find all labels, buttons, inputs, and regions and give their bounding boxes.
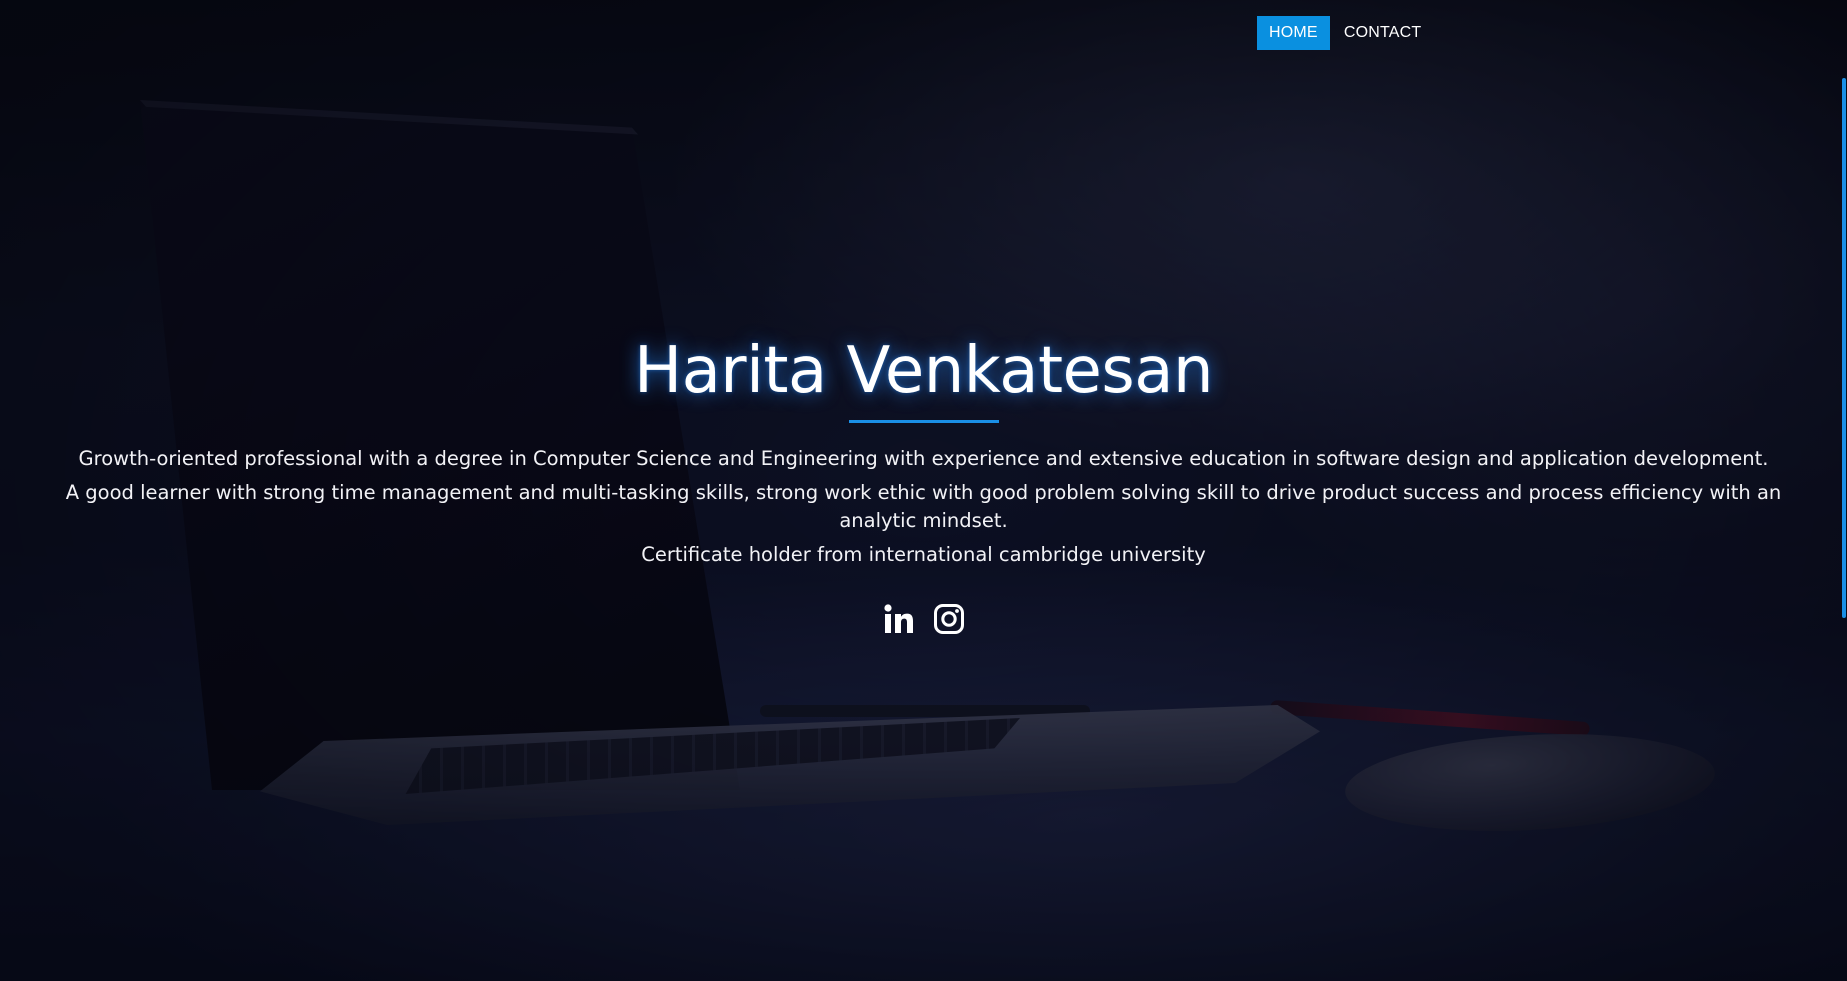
page-title: Harita Venkatesan (633, 334, 1214, 408)
linkedin-icon (883, 604, 913, 633)
top-nav: HOME CONTACT (1257, 16, 1433, 50)
scrollbar-thumb[interactable] (1842, 78, 1846, 618)
social-links (0, 603, 1847, 635)
bio-paragraph-2: A good learner with strong time manageme… (65, 481, 1782, 532)
page-scrollbar[interactable] (1841, 0, 1847, 981)
bio-paragraph-1: Growth-oriented professional with a degr… (78, 447, 1769, 470)
instagram-link[interactable] (933, 603, 965, 635)
title-underline (848, 420, 999, 423)
bio-paragraph-3: Certificate holder from international ca… (641, 543, 1206, 566)
nav-contact-link[interactable]: CONTACT (1332, 16, 1434, 50)
instagram-icon (933, 604, 964, 634)
hero-content: Harita Venkatesan Growth-oriented profes… (0, 330, 1847, 635)
linkedin-link[interactable] (883, 603, 915, 635)
nav-home-link[interactable]: HOME (1257, 16, 1330, 50)
